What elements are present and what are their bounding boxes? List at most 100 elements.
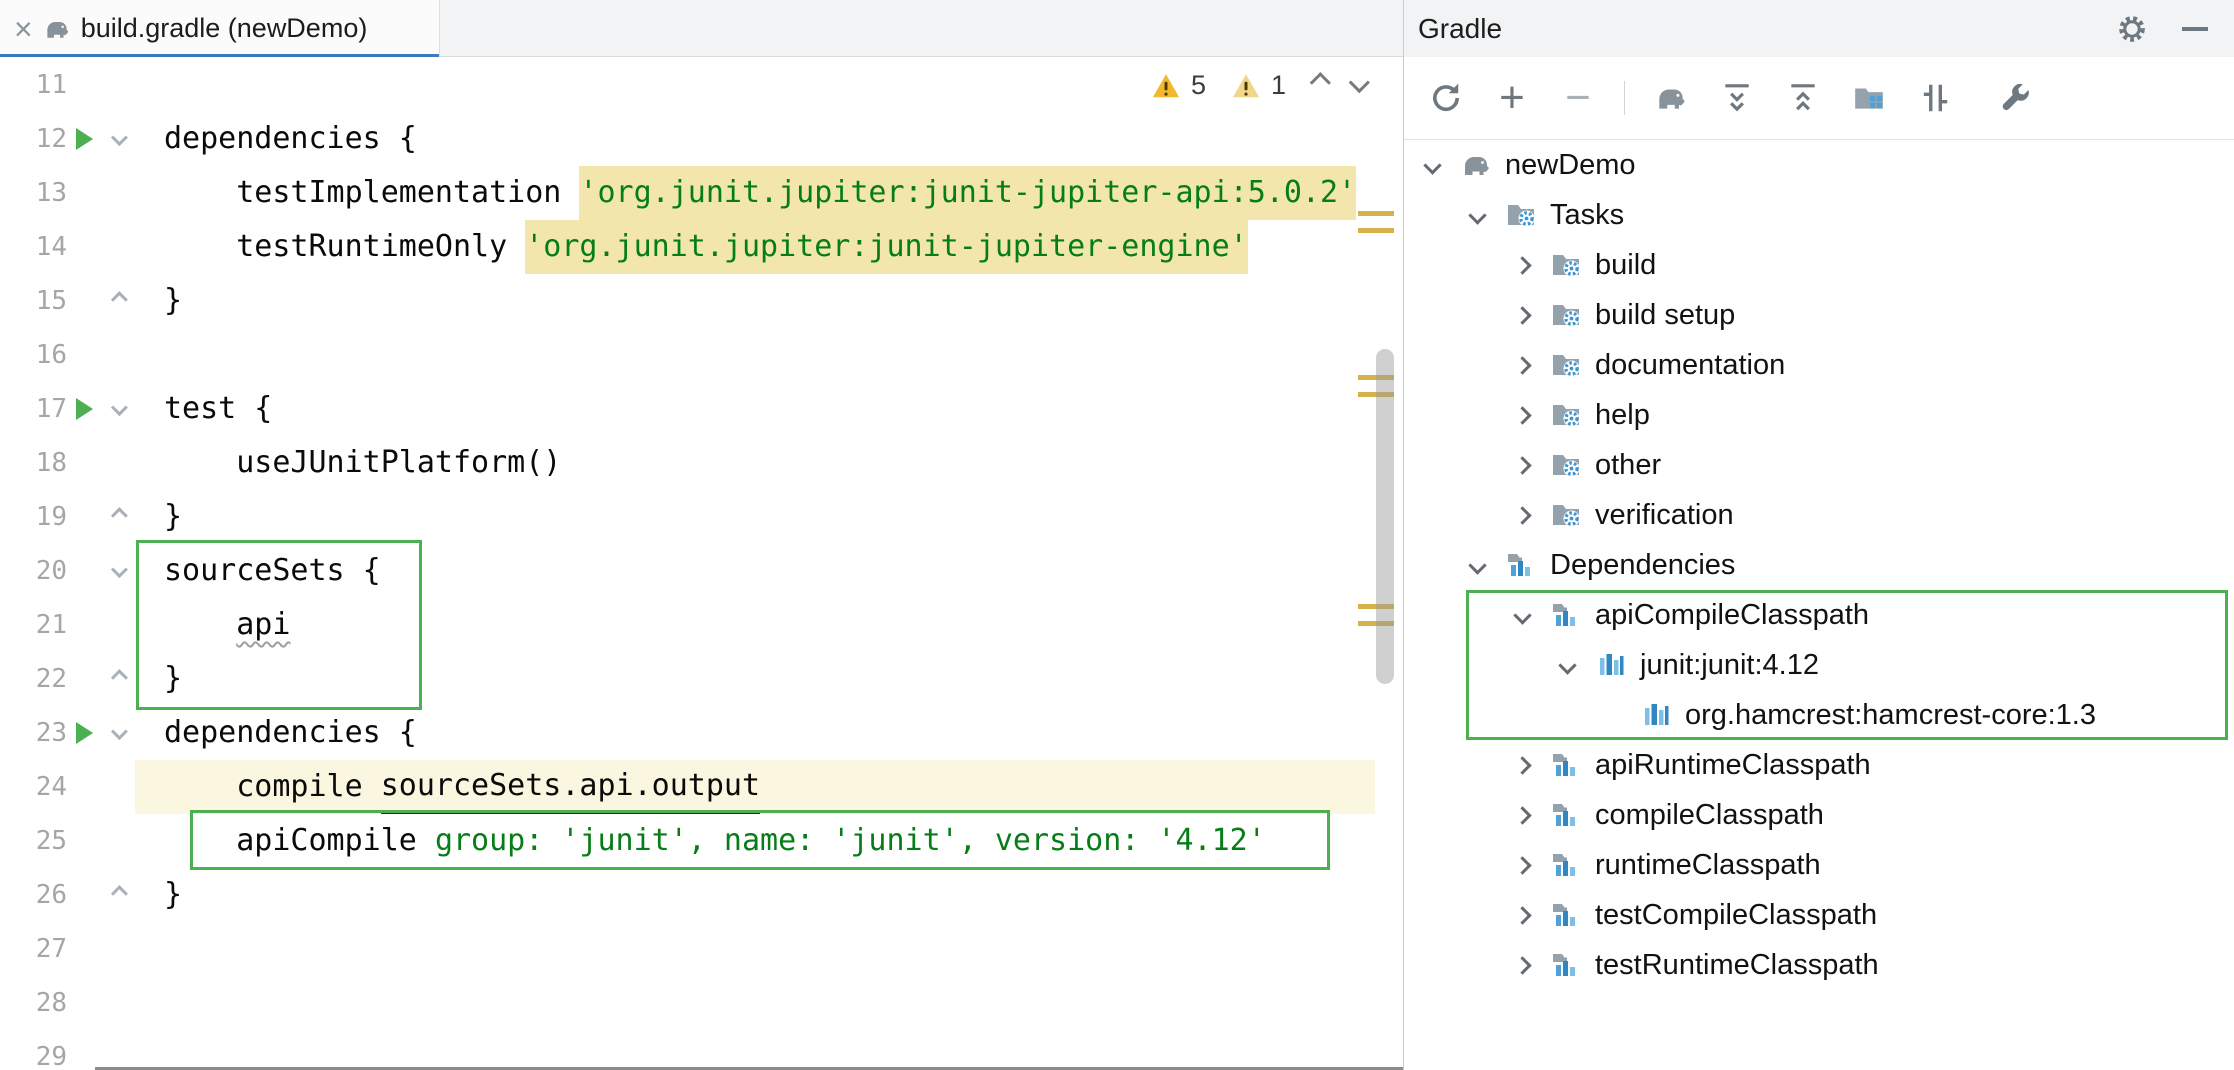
tree-item[interactable]: Tasks: [1404, 190, 2234, 240]
tree-item[interactable]: newDemo: [1404, 140, 2234, 190]
run-line-button[interactable]: [67, 398, 101, 420]
dependencies-icon: [1550, 849, 1582, 881]
code-text[interactable]: test {: [135, 382, 1375, 436]
warning-count-weak: 1: [1271, 70, 1286, 101]
tree-item[interactable]: testCompileClasspath: [1404, 890, 2234, 940]
code-line: 18 useJUnitPlatform(): [0, 436, 1403, 490]
fold-toggle[interactable]: [101, 403, 135, 415]
code-text[interactable]: [135, 1030, 1375, 1070]
fold-toggle[interactable]: [101, 295, 135, 307]
chevron-down-icon[interactable]: [1558, 656, 1576, 674]
chevron-right-icon[interactable]: [1513, 506, 1531, 524]
tree-item[interactable]: other: [1404, 440, 2234, 490]
tree-item[interactable]: testRuntimeClasspath: [1404, 940, 2234, 990]
tree-item[interactable]: verification: [1404, 490, 2234, 540]
code-text[interactable]: apiCompile group: 'junit', name: 'junit'…: [135, 814, 1375, 868]
add-icon[interactable]: +: [1492, 78, 1532, 118]
dependencies-icon: [1550, 949, 1582, 981]
code-text[interactable]: dependencies {: [135, 112, 1375, 166]
tree-chevron-slot: [1469, 209, 1505, 222]
toggle-offline-mode-icon[interactable]: [1915, 78, 1955, 118]
tree-item[interactable]: build: [1404, 240, 2234, 290]
fold-toggle[interactable]: [101, 511, 135, 523]
chevron-right-icon[interactable]: [1513, 356, 1531, 374]
code-text[interactable]: }: [135, 274, 1375, 328]
fold-toggle[interactable]: [101, 133, 135, 145]
code-token: }: [164, 274, 182, 328]
panel-title: Gradle: [1418, 13, 2116, 45]
error-stripe-mark[interactable]: [1358, 211, 1394, 216]
chevron-right-icon[interactable]: [1513, 756, 1531, 774]
fold-toggle[interactable]: [101, 673, 135, 685]
code-text[interactable]: }: [135, 652, 1375, 706]
code-text[interactable]: testRuntimeOnly 'org.junit.jupiter:junit…: [135, 220, 1375, 274]
prev-warning-icon[interactable]: [1310, 72, 1331, 93]
refresh-icon[interactable]: [1426, 78, 1466, 118]
minimize-icon[interactable]: [2182, 27, 2208, 31]
scrollbar-thumb[interactable]: [1376, 349, 1394, 684]
tree-item[interactable]: build setup: [1404, 290, 2234, 340]
run-line-button[interactable]: [67, 722, 101, 744]
code-text[interactable]: [135, 328, 1375, 382]
tree-item[interactable]: apiRuntimeClasspath: [1404, 740, 2234, 790]
chevron-right-icon[interactable]: [1513, 806, 1531, 824]
gear-icon[interactable]: [2116, 13, 2148, 45]
code-text[interactable]: compile sourceSets.api.output: [135, 760, 1375, 814]
code-text[interactable]: }: [135, 868, 1375, 922]
warnings-strong[interactable]: 5: [1150, 70, 1206, 101]
tab-build-gradle[interactable]: × build.gradle (newDemo): [0, 0, 440, 57]
tree-item[interactable]: help: [1404, 390, 2234, 440]
warnings-weak[interactable]: 1: [1230, 70, 1286, 101]
collapse-all-icon[interactable]: [1783, 78, 1823, 118]
code-text[interactable]: sourceSets {: [135, 544, 1375, 598]
code-text[interactable]: testImplementation 'org.junit.jupiter:ju…: [135, 166, 1375, 220]
tree-item[interactable]: compileClasspath: [1404, 790, 2234, 840]
code-text[interactable]: dependencies {: [135, 706, 1375, 760]
task-folder-icon: [1550, 499, 1582, 531]
chevron-right-icon[interactable]: [1513, 406, 1531, 424]
gradle-settings-icon[interactable]: [1995, 78, 2035, 118]
chevron-right-icon[interactable]: [1513, 856, 1531, 874]
code-text[interactable]: [135, 922, 1375, 976]
tree-item[interactable]: runtimeClasspath: [1404, 840, 2234, 890]
code-text[interactable]: }: [135, 490, 1375, 544]
tree-item[interactable]: junit:junit:4.12: [1404, 640, 2234, 690]
expand-all-icon[interactable]: [1717, 78, 1757, 118]
chevron-right-icon[interactable]: [1513, 256, 1531, 274]
run-line-button[interactable]: [67, 128, 101, 150]
tree-item[interactable]: documentation: [1404, 340, 2234, 390]
chevron-right-icon[interactable]: [1513, 906, 1531, 924]
chevron-right-icon[interactable]: [1513, 956, 1531, 974]
run-icon: [76, 722, 93, 744]
code-token: useJUnitPlatform(): [164, 436, 561, 490]
line-number: 17: [0, 394, 67, 424]
fold-toggle[interactable]: [101, 727, 135, 739]
task-folder-icon: [1550, 299, 1582, 331]
remove-icon[interactable]: −: [1558, 78, 1598, 118]
tree-item[interactable]: org.hamcrest:hamcrest-core:1.3: [1404, 690, 2234, 740]
gradle-toolbar: + −: [1404, 57, 2234, 140]
chevron-right-icon[interactable]: [1513, 306, 1531, 324]
line-number: 28: [0, 988, 67, 1018]
chevron-down-icon[interactable]: [1468, 556, 1486, 574]
gradle-run-task-icon[interactable]: [1651, 78, 1691, 118]
close-icon[interactable]: ×: [14, 13, 33, 45]
fold-toggle[interactable]: [101, 565, 135, 577]
tree-item-label: runtimeClasspath: [1595, 849, 1821, 882]
tree-item[interactable]: apiCompileClasspath: [1404, 590, 2234, 640]
error-stripe-mark[interactable]: [1358, 228, 1394, 233]
code-text[interactable]: api: [135, 598, 1375, 652]
code-line: 22}: [0, 652, 1403, 706]
chevron-down-icon[interactable]: [1423, 156, 1441, 174]
chevron-right-icon[interactable]: [1513, 456, 1531, 474]
fold-toggle[interactable]: [101, 889, 135, 901]
group-modules-icon[interactable]: [1849, 78, 1889, 118]
code-text[interactable]: [135, 976, 1375, 1030]
tree-item[interactable]: Dependencies: [1404, 540, 2234, 590]
chevron-down-icon[interactable]: [1468, 206, 1486, 224]
tree-item-label: documentation: [1595, 349, 1785, 382]
chevron-down-icon[interactable]: [1513, 606, 1531, 624]
code-text[interactable]: useJUnitPlatform(): [135, 436, 1375, 490]
tree-chevron-slot: [1514, 859, 1550, 872]
code-line: 16: [0, 328, 1403, 382]
